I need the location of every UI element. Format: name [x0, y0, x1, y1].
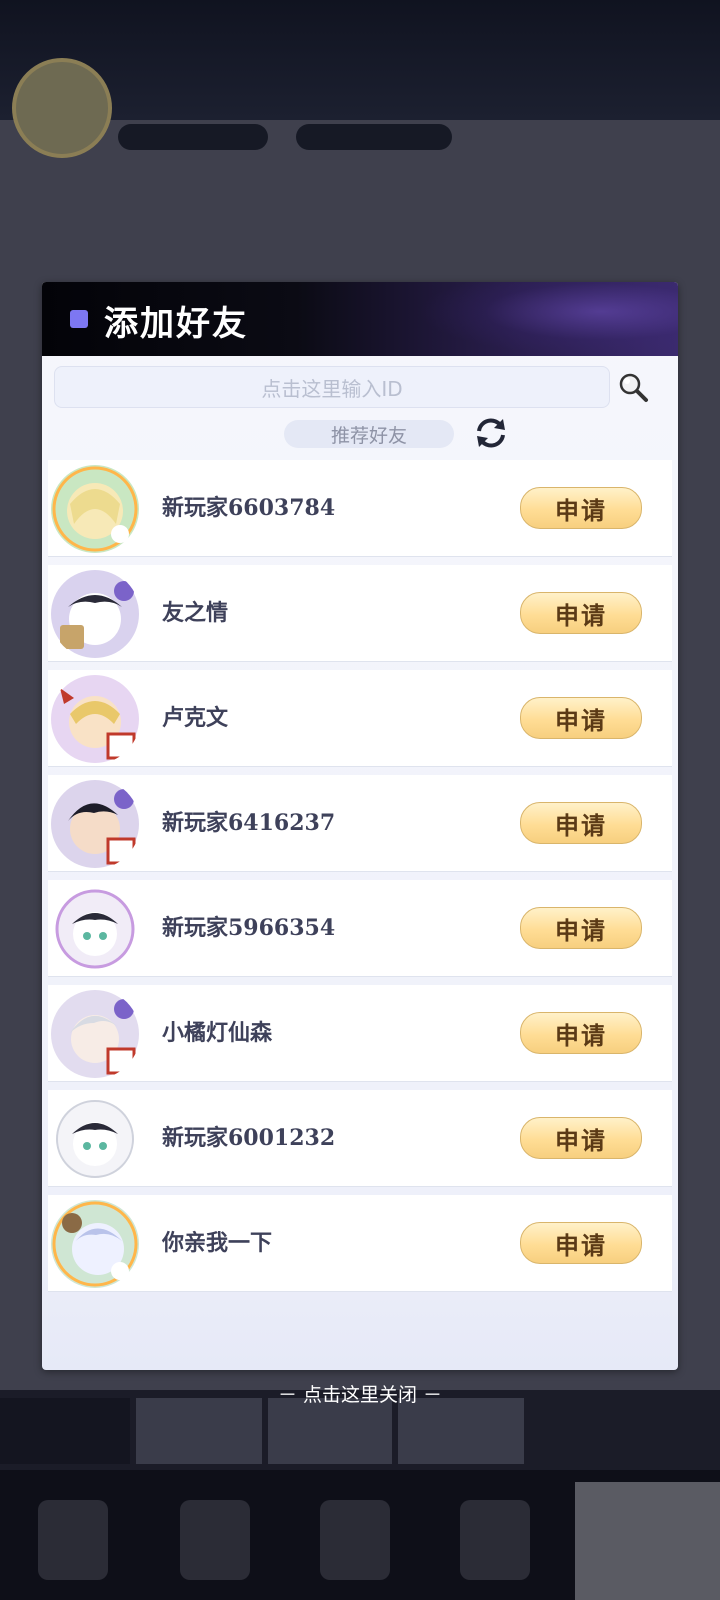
- player-name: 新玩家6001232: [162, 1125, 336, 1151]
- background-tab: [0, 1398, 130, 1464]
- avatar: [50, 884, 140, 974]
- close-dialog-hint[interactable]: － 点击这里关闭 －: [0, 1380, 720, 1407]
- background-nav-item: [180, 1500, 250, 1580]
- player-name: 新玩家6416237: [162, 810, 336, 836]
- apply-button[interactable]: 申请: [520, 1117, 642, 1159]
- avatar: [50, 1199, 140, 1289]
- avatar: [50, 464, 140, 554]
- avatar: [50, 674, 140, 764]
- list-item: 新玩家6001232 申请: [48, 1090, 672, 1187]
- player-name: 卢克文: [162, 705, 229, 731]
- background-player-avatar: [12, 58, 112, 158]
- background-nav-item: [460, 1500, 530, 1580]
- dialog-title: 添加好友: [104, 304, 248, 344]
- list-item: 你亲我一下 申请: [48, 1195, 672, 1292]
- add-friend-dialog: 添加好友 点击这里输入ID 推荐好友 新玩家6603784 申请 友之情 申请 …: [42, 282, 678, 1370]
- apply-button[interactable]: 申请: [520, 802, 642, 844]
- player-name: 友之情: [162, 600, 229, 626]
- list-item: 卢克文 申请: [48, 670, 672, 767]
- list-item: 小橘灯仙森 申请: [48, 985, 672, 1082]
- search-icon: [619, 373, 648, 402]
- background-tab: [136, 1398, 262, 1464]
- player-name: 你亲我一下: [162, 1230, 273, 1256]
- apply-button[interactable]: 申请: [520, 592, 642, 634]
- player-name: 新玩家6603784: [162, 495, 336, 521]
- avatar: [50, 779, 140, 869]
- apply-button[interactable]: 申请: [520, 907, 642, 949]
- refresh-icon: [477, 418, 505, 448]
- search-button[interactable]: [616, 370, 650, 404]
- title-marker-icon: [70, 310, 88, 328]
- background-resource-bar: [296, 124, 452, 150]
- list-item: 新玩家6603784 申请: [48, 460, 672, 557]
- apply-button[interactable]: 申请: [520, 1222, 642, 1264]
- avatar: [50, 569, 140, 659]
- background-tab: [398, 1398, 524, 1464]
- list-item: 友之情 申请: [48, 565, 672, 662]
- apply-button[interactable]: 申请: [520, 697, 642, 739]
- avatar: [50, 1094, 140, 1184]
- dialog-header: 添加好友: [42, 282, 678, 356]
- list-item: 新玩家6416237 申请: [48, 775, 672, 872]
- avatar: [50, 989, 140, 1079]
- background-nav-active: [575, 1482, 720, 1600]
- background-nav-item: [38, 1500, 108, 1580]
- refresh-button[interactable]: [472, 414, 510, 452]
- player-name: 新玩家5966354: [162, 915, 336, 941]
- header-decoration: [418, 282, 678, 356]
- list-item: 新玩家5966354 申请: [48, 880, 672, 977]
- search-input[interactable]: 点击这里输入ID: [54, 366, 610, 408]
- background-nav-item: [320, 1500, 390, 1580]
- friend-recommend-list: 新玩家6603784 申请 友之情 申请 卢克文 申请 新玩家6416237 申…: [48, 460, 672, 1300]
- apply-button[interactable]: 申请: [520, 487, 642, 529]
- background-resource-bar: [118, 124, 268, 150]
- player-name: 小橘灯仙森: [162, 1020, 273, 1046]
- background-tab: [268, 1398, 392, 1464]
- apply-button[interactable]: 申请: [520, 1012, 642, 1054]
- recommend-friends-label: 推荐好友: [284, 420, 454, 448]
